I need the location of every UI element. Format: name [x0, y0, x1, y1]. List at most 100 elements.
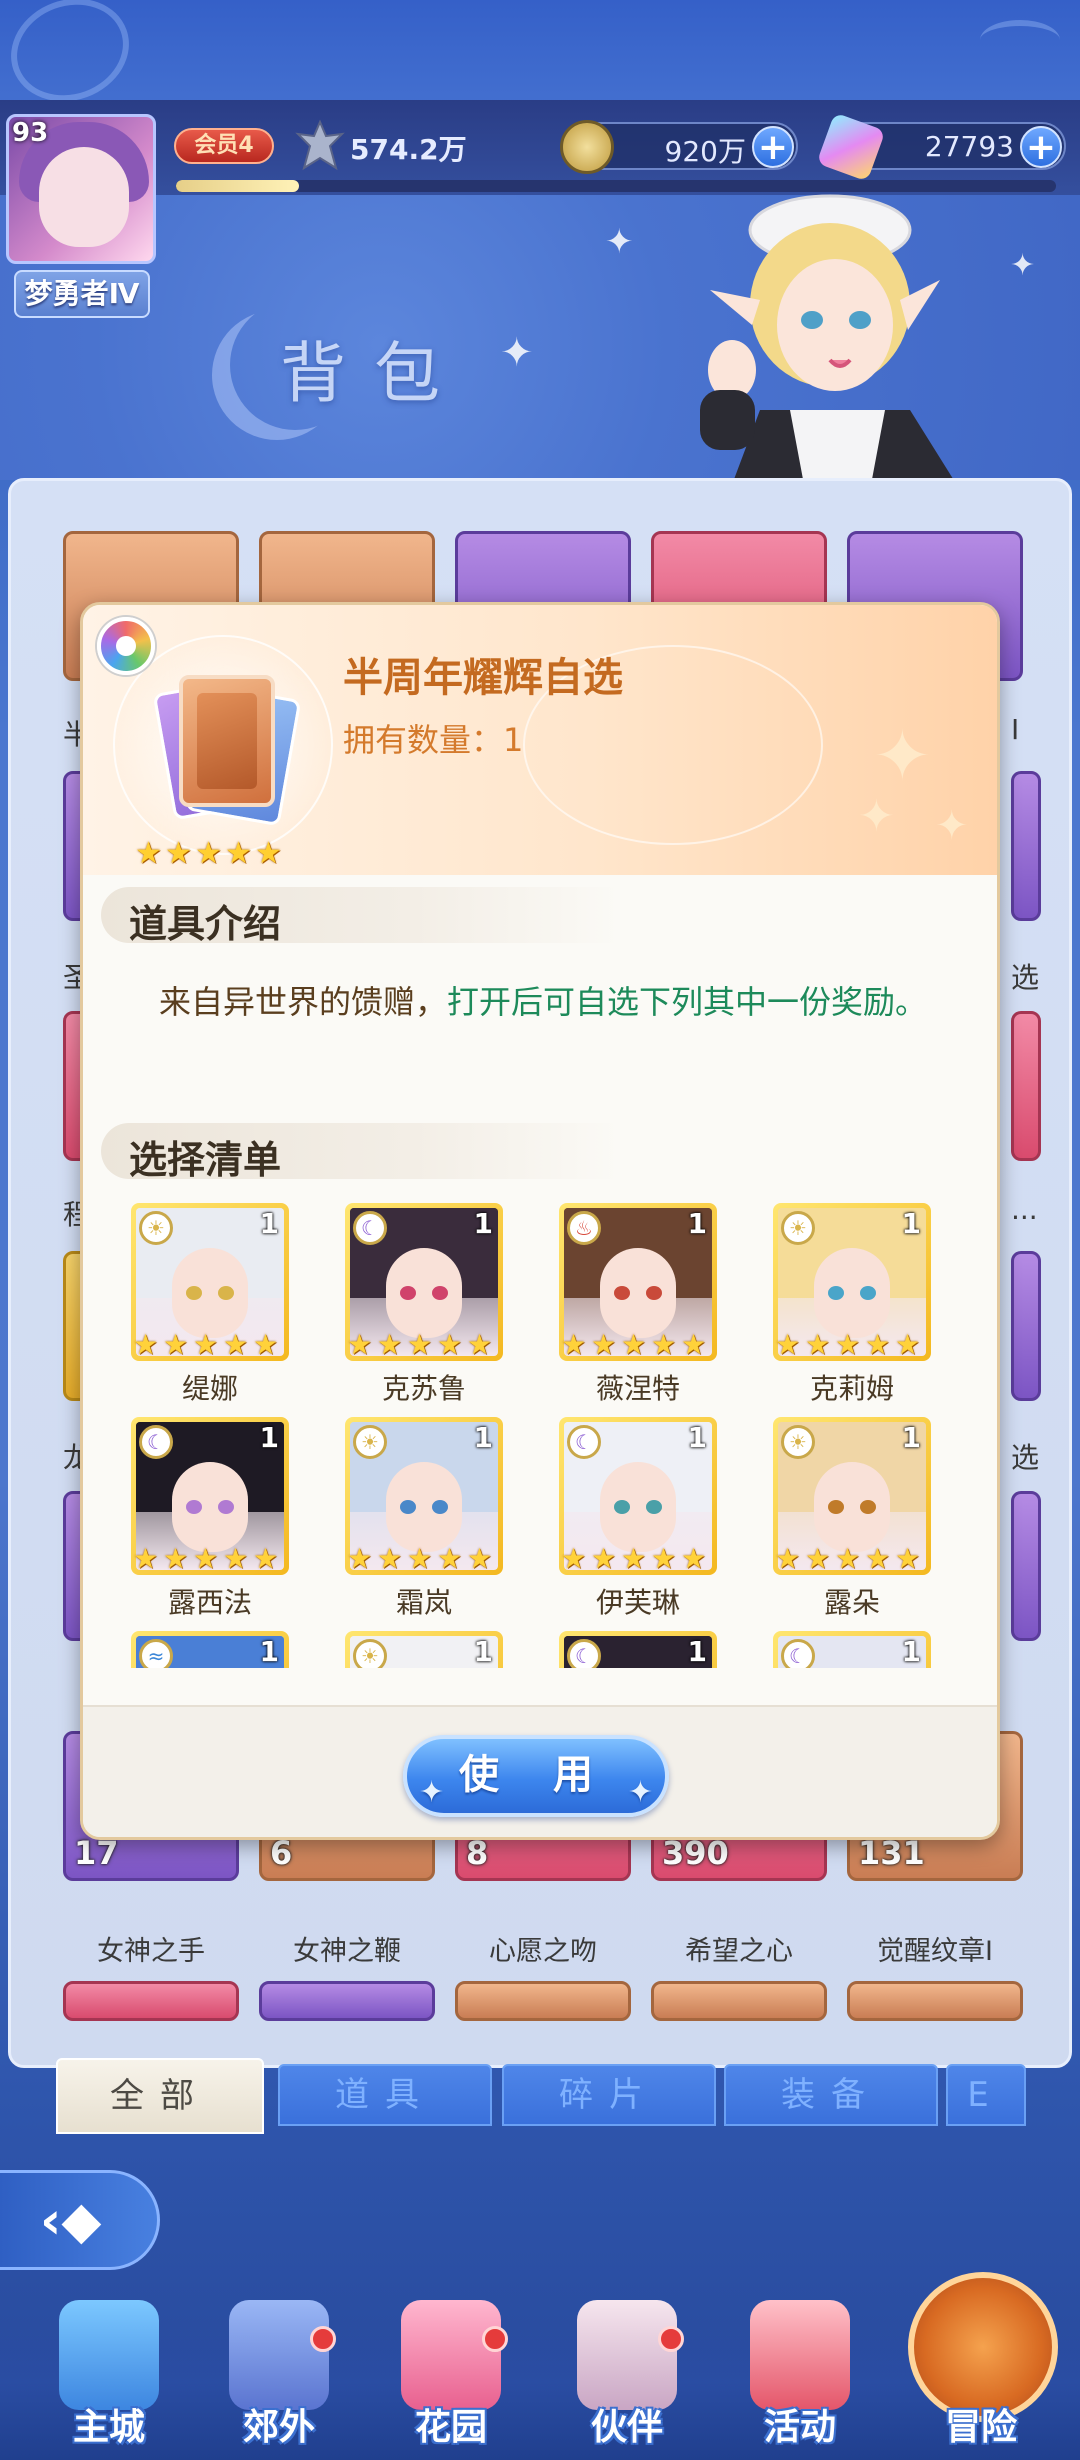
- fire-element-icon: ♨: [567, 1211, 601, 1245]
- star-icon: ★: [621, 1328, 647, 1361]
- reward-option[interactable]: ☾1★★★★★: [773, 1631, 931, 1668]
- castle-icon: [59, 2300, 159, 2410]
- item-detail-modal: ✦ ✦ ✦ ★ ★ ★ ★ ★ 半周年耀辉自选 拥有数量：1 道具介绍 来自异世界的馈赠…: [80, 602, 1000, 1840]
- reward-name: 薇涅特: [595, 1372, 680, 1405]
- reward-name: 克莉姆: [809, 1372, 894, 1405]
- inventory-slot[interactable]: [63, 1981, 239, 2021]
- item-name: 半周年耀辉自选: [343, 655, 623, 701]
- inventory-slot[interactable]: [847, 1981, 1023, 2021]
- reward-option[interactable]: ☾ 1 ★ ★ ★ ★ ★ 伊芙琳: [559, 1417, 717, 1627]
- reward-option[interactable]: ☀ 1 ★ ★ ★ ★ ★ 露朵: [773, 1417, 931, 1627]
- sun-element-icon: ☀: [353, 1425, 387, 1459]
- item-label: 女神之鞭: [293, 1936, 401, 1967]
- portrait-eye: [646, 1286, 662, 1300]
- reward-stars: ★ ★ ★ ★ ★: [775, 1331, 925, 1359]
- reward-option[interactable]: ☾ 1 ★ ★ ★ ★ ★ 露西法: [131, 1417, 289, 1627]
- nav-item-5[interactable]: 冒险: [916, 2290, 1046, 2460]
- inventory-slot[interactable]: [455, 1981, 631, 2021]
- star-icon: ★: [651, 1328, 677, 1361]
- reward-quantity: 1: [259, 1207, 279, 1240]
- add-gem-button[interactable]: +: [1020, 126, 1062, 168]
- sun-element-icon: ☀: [353, 1639, 387, 1668]
- vip-badge[interactable]: 会员4: [174, 128, 274, 164]
- sparkle-icon: ✦: [627, 1775, 653, 1810]
- portrait-face: [814, 1462, 890, 1552]
- compass-star-icon: [229, 2300, 329, 2410]
- power-value: 574.2万: [350, 133, 467, 166]
- nav-label: 主城: [72, 2407, 145, 2448]
- add-gold-button[interactable]: +: [752, 126, 794, 168]
- nav-item-3[interactable]: 伙伴: [562, 2290, 692, 2460]
- portrait-face: [600, 1248, 676, 1338]
- inventory-slot[interactable]: [1011, 771, 1041, 921]
- star-icon: ★: [895, 1328, 921, 1361]
- back-button[interactable]: ‹◆: [0, 2170, 160, 2270]
- star-icon: ★: [193, 1328, 219, 1361]
- reward-stars: ★ ★ ★ ★ ★: [133, 1545, 283, 1573]
- star-icon: ★: [407, 1328, 433, 1361]
- reward-option[interactable]: ☾ 1 ★ ★ ★ ★ ★ 克苏鲁: [345, 1203, 503, 1413]
- sun-element-icon: ☀: [781, 1425, 815, 1459]
- star-icon: ★: [223, 1328, 249, 1361]
- portrait-eye: [218, 1500, 234, 1514]
- nav-item-1[interactable]: 郊外: [214, 2290, 344, 2460]
- notification-dot: [310, 2326, 336, 2352]
- inventory-slot[interactable]: [1011, 1491, 1041, 1641]
- portrait-eye: [186, 1286, 202, 1300]
- inventory-slot[interactable]: [651, 1981, 827, 2021]
- gem-currency: 27793 +: [816, 112, 1066, 182]
- nav-item-4[interactable]: 活动: [735, 2290, 865, 2460]
- inventory-slot[interactable]: [1011, 1251, 1041, 1401]
- swirl-decoration: [980, 20, 1060, 60]
- reward-option[interactable]: ≈1★★★★★: [131, 1631, 289, 1668]
- reward-option[interactable]: ♨ 1 ★ ★ ★ ★ ★ 薇涅特: [559, 1203, 717, 1413]
- reward-name: 露朵: [823, 1586, 880, 1619]
- star-icon: ★: [163, 1542, 189, 1575]
- color-wheel-icon: [97, 617, 155, 675]
- reward-quantity: 1: [687, 1635, 707, 1668]
- tab-3[interactable]: 装备: [724, 2064, 938, 2126]
- reward-option[interactable]: ☀1★★★★★: [345, 1631, 503, 1668]
- tab-2[interactable]: 碎片: [502, 2064, 716, 2126]
- exp-bar: [176, 180, 1056, 192]
- inventory-slot[interactable]: [259, 1981, 435, 2021]
- inventory-slot[interactable]: [1011, 1011, 1041, 1161]
- reward-option[interactable]: ☀ 1 ★ ★ ★ ★ ★ 克莉姆: [773, 1203, 931, 1413]
- sparkle-icon: ✦: [605, 222, 634, 262]
- rarity-star-icon: ★: [225, 836, 252, 871]
- nav-item-0[interactable]: 主城: [44, 2290, 174, 2460]
- reward-option[interactable]: ☾1★★★★★: [559, 1631, 717, 1668]
- portrait-face: [386, 1462, 462, 1552]
- star-icon: ★: [377, 1542, 403, 1575]
- reward-quantity: 1: [901, 1421, 921, 1454]
- reward-name: 霜岚: [395, 1586, 452, 1619]
- nav-label: 伙伴: [590, 2407, 663, 2448]
- use-button[interactable]: ✦ 使 用 ✦: [403, 1735, 669, 1817]
- portrait-eye: [646, 1500, 662, 1514]
- desc-highlight: 打开后可自选下列其中一份奖励。: [447, 983, 928, 1021]
- star-icon: ★: [437, 1328, 463, 1361]
- nav-item-2[interactable]: 花园: [386, 2290, 516, 2460]
- tab-0[interactable]: 全部: [56, 2058, 264, 2134]
- item-label: 希望之心: [685, 1936, 793, 1967]
- reward-stars: ★ ★ ★ ★ ★: [347, 1545, 497, 1573]
- reward-option[interactable]: ☀ 1 ★ ★ ★ ★ ★ 霜岚: [345, 1417, 503, 1627]
- item-owned-count: 拥有数量：1: [343, 721, 524, 759]
- reward-option[interactable]: ☀ 1 ★ ★ ★ ★ ★ 缇娜: [131, 1203, 289, 1413]
- portrait-eye: [828, 1500, 844, 1514]
- maid-character-illustration: [700, 194, 960, 490]
- reward-name: 克苏鲁: [381, 1372, 466, 1405]
- gold-value: 920万: [664, 135, 746, 168]
- section-header-list: 选择清单: [101, 1123, 621, 1182]
- moon-element-icon: ☾: [353, 1211, 387, 1245]
- tab-1[interactable]: 道具: [278, 2064, 492, 2126]
- adventure-icon: [931, 2300, 1031, 2410]
- portrait-eye: [432, 1500, 448, 1514]
- tab-4[interactable]: E: [946, 2064, 1026, 2126]
- star-icon: ★: [253, 1542, 279, 1575]
- reward-stars: ★ ★ ★ ★ ★: [347, 1331, 497, 1359]
- reward-quantity: 1: [687, 1207, 707, 1240]
- inventory-label: 选: [1011, 1441, 1040, 1474]
- portrait-eye: [860, 1286, 876, 1300]
- nav-label: 活动: [763, 2407, 836, 2448]
